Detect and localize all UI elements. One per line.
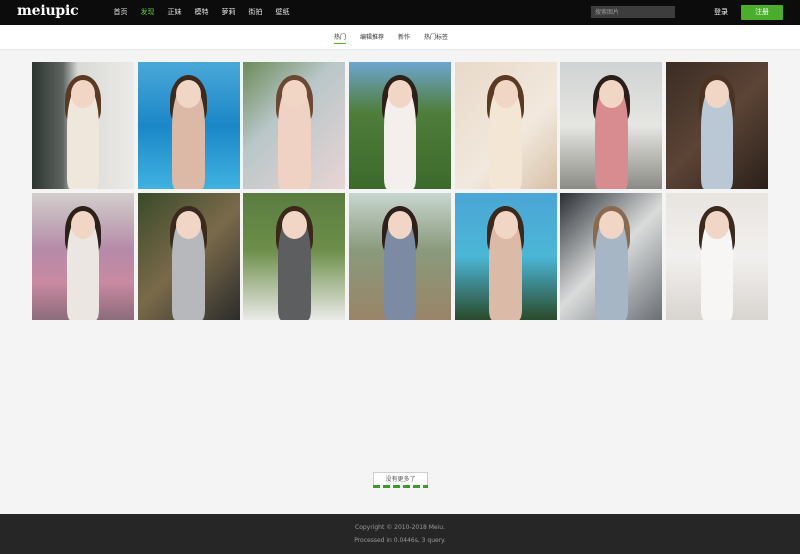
photo-thumbnail[interactable] (243, 193, 346, 320)
nav-item-models[interactable]: 模特 (188, 0, 215, 25)
tab-hot[interactable]: 热门 (334, 25, 347, 50)
site-logo[interactable]: meiupic (17, 3, 79, 19)
photo-thumbnail[interactable] (454, 193, 557, 320)
photo-thumbnail[interactable] (560, 62, 663, 189)
loading-stripe (373, 485, 428, 488)
copyright-text: Copyright © 2010-2018 Meiu. (355, 524, 445, 531)
photo-thumbnail[interactable] (137, 62, 240, 189)
photo-face-shape (282, 79, 307, 108)
photo-face-shape (599, 210, 624, 239)
nav-item-discover[interactable]: 发现 (134, 0, 161, 25)
tab-hot-tags[interactable]: 热门标签 (424, 25, 448, 50)
filter-tabbar: 热门 编辑推荐 新作 热门标签 (0, 25, 800, 50)
photo-grid (32, 62, 769, 320)
processed-text: Processed in 0.0446s, 3 query. (354, 537, 446, 544)
photo-face-shape (282, 210, 307, 239)
top-navbar: meiupic 首页 发现 正妹 模特 萝莉 街拍 壁纸 登录 注册 (0, 0, 800, 25)
photo-thumbnail[interactable] (560, 193, 663, 320)
photo-thumbnail[interactable] (243, 62, 346, 189)
nav-item-beauty[interactable]: 正妹 (161, 0, 188, 25)
photo-face-shape (176, 79, 201, 108)
photo-thumbnail[interactable] (349, 193, 452, 320)
photo-thumbnail[interactable] (137, 193, 240, 320)
tab-editor-picks[interactable]: 编辑推荐 (360, 25, 384, 50)
nav-item-loli[interactable]: 萝莉 (215, 0, 242, 25)
photo-face-shape (493, 210, 518, 239)
main-nav: 首页 发现 正妹 模特 萝莉 街拍 壁纸 (107, 0, 296, 25)
photo-thumbnail[interactable] (349, 62, 452, 189)
filter-tabs: 热门 编辑推荐 新作 热门标签 (334, 25, 462, 50)
photo-thumbnail[interactable] (666, 62, 769, 189)
nav-item-home[interactable]: 首页 (107, 0, 134, 25)
photo-face-shape (387, 79, 413, 108)
photo-face-shape (704, 210, 730, 239)
photo-thumbnail[interactable] (666, 193, 769, 320)
register-button[interactable]: 注册 (741, 5, 783, 20)
photo-face-shape (704, 79, 730, 108)
photo-thumbnail[interactable] (454, 62, 557, 189)
nav-item-street[interactable]: 街拍 (242, 0, 269, 25)
photo-face-shape (70, 210, 96, 239)
page-footer: Copyright © 2010-2018 Meiu. Processed in… (0, 514, 800, 554)
photo-thumbnail[interactable] (32, 193, 134, 320)
photo-face-shape (70, 79, 96, 108)
search-input[interactable] (591, 6, 675, 18)
photo-face-shape (493, 79, 518, 108)
photo-face-shape (387, 210, 413, 239)
photo-thumbnail[interactable] (32, 62, 134, 189)
tab-new[interactable]: 新作 (398, 25, 410, 50)
photo-face-shape (599, 79, 624, 108)
nav-item-wallpaper[interactable]: 壁纸 (269, 0, 296, 25)
login-link[interactable]: 登录 (714, 0, 728, 25)
photo-face-shape (176, 210, 201, 239)
